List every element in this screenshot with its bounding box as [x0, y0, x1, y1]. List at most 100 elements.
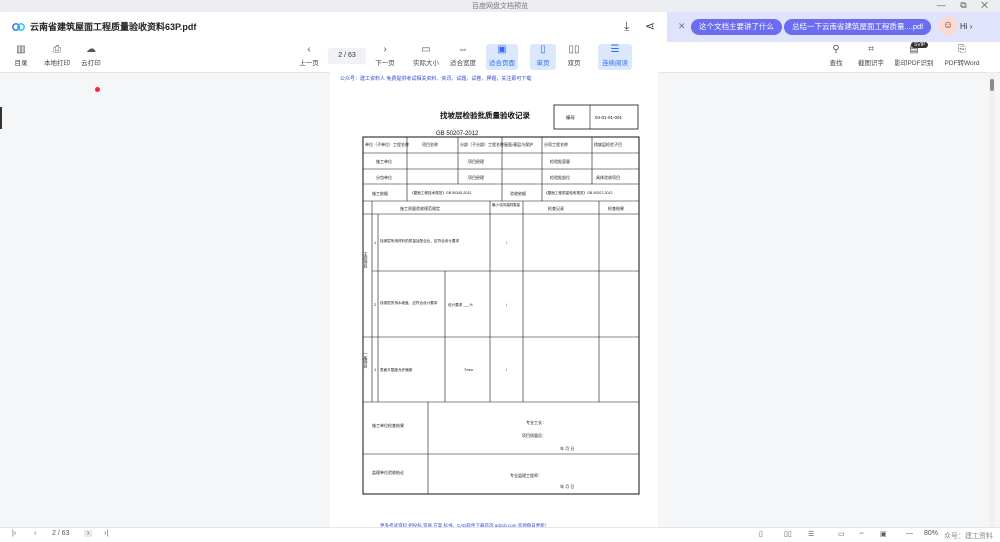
zoom-level[interactable]: 80%	[924, 530, 938, 537]
cell-r1-c4: 屋面/基层与保护	[504, 141, 533, 147]
fit-width-button[interactable]: ⇔ 适合宽度	[446, 44, 480, 70]
download-icon[interactable]: ⤓	[624, 19, 629, 34]
construction-unit-label: 施工单位检查结果	[372, 422, 404, 428]
double-page-icon: ▯▯	[568, 44, 580, 55]
catalog-icon: ▥	[16, 44, 26, 55]
supervisor-field: 专业监理工程师：	[510, 472, 542, 478]
notification-dot	[95, 87, 100, 92]
double-page-button[interactable]: ▯▯ 双页	[561, 44, 587, 70]
window-controls[interactable]: — ⧉ ✕	[937, 0, 994, 11]
cell-r1-c2: 项目名称	[422, 141, 438, 147]
share-icon[interactable]: ⋖	[645, 19, 655, 33]
ai-assistant-bar: ✕ 这个文档主要讲了什么 总结一下云南省建筑屋面工程质量....pdf ☺ Hi…	[667, 12, 1000, 42]
word-convert-icon: ⎘	[958, 44, 966, 55]
head-sample: 最小/实际抽样数量	[492, 202, 521, 207]
next-page-button[interactable]: › 下一页	[372, 44, 398, 70]
head-spec: 施工质量验收规范规定	[400, 205, 440, 211]
window-titlebar: 百度网盘文档预览 — ⧉ ✕	[0, 0, 1000, 12]
prev-page-button[interactable]: ‹ 上一页	[296, 44, 322, 70]
vertical-scrollbar[interactable]	[989, 72, 995, 527]
cell-r3-c5: 检验批部位	[550, 174, 570, 180]
cell-r2-c5: 检验批容量	[550, 158, 570, 164]
search-button[interactable]: ⚲ 查找	[826, 44, 846, 70]
prev-page-icon[interactable]: ‹	[34, 530, 36, 537]
fit-width-icon[interactable]: ⇔	[858, 530, 865, 537]
single-page-button[interactable]: ▯ 单页	[530, 44, 556, 70]
pdf-to-word-button[interactable]: ⎘ PDF转Word	[942, 44, 982, 70]
actual-size-icon: ▭	[421, 44, 431, 55]
code-label: 编号	[566, 114, 575, 121]
local-print-button[interactable]: ⎙ 本地打印	[40, 44, 74, 70]
next-page-icon[interactable]: ›	[84, 530, 93, 537]
code-value: 04-01-01-001	[595, 115, 623, 120]
supervision-date-field: 年 月 日	[560, 483, 574, 489]
zoom-out-icon[interactable]: —	[906, 530, 913, 537]
item1-no: 1	[374, 240, 377, 245]
standard-code: GB 50207-2012	[436, 131, 479, 137]
pdf-page: 公众号：建工资料人 免费提供考试相关资料、资讯、试题、试卷、押题，关注即可下载 …	[330, 72, 658, 532]
quality-inspector-field: 项目质量员：	[522, 432, 546, 438]
continuous-view-icon[interactable]: ☰	[808, 530, 814, 538]
fit-width-icon: ⇔	[458, 44, 468, 55]
ai-summary-chip[interactable]: 总结一下云南省建筑屋面工程质量....pdf	[784, 19, 932, 35]
item1-sample: /	[506, 240, 508, 245]
next-icon: ›	[383, 44, 387, 55]
form-title: 找坡层检验批质量验收记录	[440, 110, 530, 120]
general-group: 一般项目	[364, 352, 369, 369]
cell-r4-c1: 施工依据	[372, 190, 388, 196]
fit-page-icon: ▣	[497, 44, 507, 55]
supervision-unit-label: 监理单位验收结论	[372, 469, 404, 475]
cell-r1-c6: 找坡层检验子目	[594, 141, 622, 147]
single-page-icon: ▯	[540, 44, 546, 55]
page-number-input[interactable]: 2 / 63	[328, 48, 366, 64]
ai-avatar-icon[interactable]: ☺	[939, 17, 957, 35]
last-page-icon[interactable]: ›|	[104, 530, 108, 537]
head-record: 检查记录	[548, 205, 564, 211]
cloud-print-button[interactable]: ☁ 云打印	[78, 44, 104, 70]
cell-r1-c5: 分项工程名称	[544, 141, 568, 147]
item2-limit: 设计要求 ___%	[448, 302, 473, 307]
double-view-icon[interactable]: ▯▯	[784, 530, 792, 538]
cell-r3-c3: 项目经理	[468, 174, 484, 180]
screenshot-ocr-button[interactable]: ⌗ 截图识字	[854, 44, 888, 70]
prev-icon: ‹	[307, 44, 311, 55]
item3-desc: 表面平整度允许偏差	[380, 367, 413, 372]
continuous-icon: ☰	[610, 44, 620, 55]
cell-r1-c1: 单位（子单位）工程名称	[365, 141, 409, 147]
sidebar-handle[interactable]	[0, 107, 2, 129]
document-page-svg: 公众号：建工资料人 免费提供考试相关资料、资讯、试题、试卷、押题，关注即可下载 …	[340, 75, 640, 529]
bottom-page-indicator[interactable]: 2 / 63	[52, 530, 70, 537]
watermark: 众号：建工资料	[944, 533, 993, 540]
catalog-button[interactable]: ▥ 目录	[8, 44, 34, 70]
fit-page-button[interactable]: ▣ 适合页面	[486, 44, 518, 70]
construction-date-field: 年 月 日	[560, 445, 574, 451]
cell-r4-c2: 《屋面工程技术规范》GB 50345-2012	[410, 190, 471, 195]
foreman-field: 专业工长：	[526, 419, 546, 425]
continuous-read-button[interactable]: ☰ 连续阅读	[598, 44, 632, 70]
single-view-icon[interactable]: ▯	[759, 530, 763, 538]
main-control-group: 主控项目	[364, 251, 369, 269]
cell-r3-c1: 分包单位	[376, 174, 392, 180]
baidu-netdisk-logo-icon	[12, 23, 25, 31]
first-page-icon[interactable]: |‹	[12, 530, 16, 537]
scrollbar-thumb[interactable]	[990, 79, 994, 91]
printer-icon: ⎙	[53, 44, 61, 55]
cell-r1-c3: 分部（子分部）工程名称	[460, 141, 504, 147]
item3-limit: 7mm	[464, 367, 474, 372]
ai-greeting[interactable]: Hi ›	[960, 22, 972, 31]
cloud-print-icon: ☁	[86, 44, 96, 55]
cell-r4-c3: 验收依据	[510, 190, 526, 196]
ai-suggestion-chip[interactable]: 这个文档主要讲了什么	[691, 19, 782, 35]
item2-no: 2	[374, 302, 377, 307]
document-title: 云南省建筑屋面工程质量验收资料63P.pdf	[30, 22, 197, 32]
search-icon: ⚲	[832, 44, 840, 55]
head-result: 检查结果	[608, 205, 624, 211]
svip-badge: SVIP	[911, 42, 929, 48]
actual-size-button[interactable]: ▭ 实际大小	[410, 44, 442, 70]
actual-size-icon[interactable]: ▭	[838, 530, 845, 538]
item2-desc: 找坡层的排水坡度，应符合设计要求	[380, 300, 438, 305]
cell-r3-c6: 具体验收项目	[596, 174, 620, 180]
fit-page-icon[interactable]: ▣	[880, 530, 887, 538]
close-icon[interactable]: ✕	[678, 21, 686, 32]
item3-no: 1	[374, 367, 377, 372]
